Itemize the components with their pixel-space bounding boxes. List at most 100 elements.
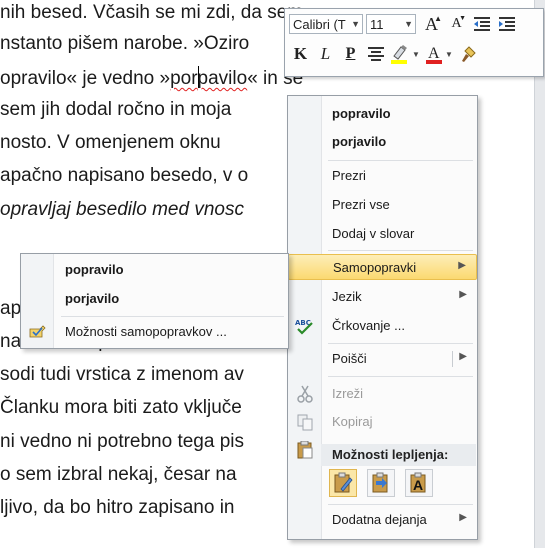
line-text: apačno napisano besedo, v o <box>0 165 249 186</box>
font-color-button[interactable]: A ▼ <box>423 43 455 65</box>
document-line: nih besed. Včasih se mi zdi, da sem <box>0 2 303 24</box>
menu-item-label: Prezri vse <box>332 197 390 212</box>
paste-options-label: Možnosti lepljenja: <box>332 447 449 462</box>
font-size-combo[interactable]: 11 ▼ <box>366 14 416 34</box>
menu-separator <box>328 250 473 251</box>
menu-item-label: Dodaj v slovar <box>332 226 415 241</box>
align-center-icon <box>367 47 384 61</box>
menu-item-label: Kopiraj <box>332 414 373 429</box>
menu-item-label: Možnosti samopopravkov ... <box>65 324 227 339</box>
italic-icon: L <box>320 44 331 63</box>
chevron-down-icon: ▼ <box>404 19 413 29</box>
mini-toolbar: Calibri (T ▼ 11 ▼ A ▲ A ▼ K L P ▼ A ▼ <box>284 8 544 77</box>
menu-separator <box>328 376 473 377</box>
underline-icon: P <box>345 45 356 62</box>
copy-menu-item[interactable]: Kopiraj <box>288 409 477 435</box>
more-actions-menu-item[interactable]: Dodatna dejanja ▶ <box>288 507 477 533</box>
line-text: sodi tudi vrstica z imenom av <box>0 364 244 385</box>
scissors-icon <box>297 385 313 403</box>
autocorrect-menu-item[interactable]: Samopopravki ▶ <box>288 254 477 280</box>
line-text: nstanto pišem narobe. »Oziro <box>0 33 250 54</box>
menu-item-label: Jezik <box>332 289 362 304</box>
spelling-menu-item[interactable]: ABC Črkovanje ... <box>288 313 477 339</box>
autocorrect-submenu: popravilo porjavilo Možnosti samopopravk… <box>20 253 289 349</box>
lookup-menu-item[interactable]: Poišči ▶ <box>288 346 477 372</box>
submenu-arrow-icon: ▶ <box>459 512 467 523</box>
misspelled-word-text: porpavilo <box>170 66 248 89</box>
menu-separator <box>328 504 473 505</box>
underline-button[interactable]: P <box>339 43 362 65</box>
increase-indent-button[interactable] <box>495 13 518 35</box>
menu-item-label: Samopopravki <box>333 260 417 275</box>
line-text: ap <box>0 298 22 319</box>
add-to-dictionary-menu-item[interactable]: Dodaj v slovar <box>288 221 477 247</box>
chevron-down-icon: ▼ <box>445 49 453 59</box>
paste-options-header: Možnosti lepljenja: <box>321 444 476 466</box>
ignore-all-menu-item[interactable]: Prezri vse <box>288 192 477 218</box>
document-line: sem jih dodal ročno in moja <box>0 99 231 121</box>
line-text: nih besed. Včasih se mi zdi, da sem <box>0 2 304 23</box>
spelling-suggestion-popravilo[interactable]: popravilo <box>288 101 477 127</box>
paste-keep-formatting-button[interactable] <box>329 469 357 497</box>
submenu-arrow-icon: ▶ <box>459 289 467 300</box>
font-size-value: 11 <box>370 16 384 32</box>
italic-button[interactable]: L <box>314 43 337 65</box>
shrink-font-button[interactable]: A ▼ <box>445 13 468 35</box>
menu-item-label: Dodatna dejanja <box>332 512 427 527</box>
autocorrect-suggestion-popravilo[interactable]: popravilo <box>21 257 288 283</box>
document-line: nstanto pišem narobe. »Oziro <box>0 33 249 55</box>
paste-merge-formatting-button[interactable] <box>367 469 395 497</box>
highlighter-icon <box>391 45 408 64</box>
document-line: opravljaj besedilo med vnosc <box>0 199 244 221</box>
cut-menu-item[interactable]: Izreži <box>288 381 477 407</box>
menu-separator <box>328 343 473 344</box>
ignore-menu-item[interactable]: Prezri <box>288 163 477 189</box>
document-line: opravilo« je vedno »porpavilo« in se <box>0 66 303 90</box>
document-line: o sem izbral nekaj, česar na <box>0 464 237 486</box>
menu-item-label: porjavilo <box>332 134 387 149</box>
bold-icon: K <box>293 44 308 63</box>
line-text: opravilo« je vedno » <box>0 68 171 89</box>
autocorrect-suggestion-porjavilo[interactable]: porjavilo <box>21 286 288 312</box>
bold-button[interactable]: K <box>289 43 312 65</box>
format-painter-button[interactable] <box>457 43 480 65</box>
chevron-down-icon: ▼ <box>412 49 420 59</box>
line-text: sem jih dodal ročno in moja <box>0 99 232 120</box>
center-align-button[interactable] <box>364 43 387 65</box>
chevron-down-icon: ▼ <box>351 19 360 29</box>
menu-item-label: Izreži <box>332 386 364 401</box>
copy-icon <box>297 414 313 431</box>
grow-font-button[interactable]: A ▲ <box>420 13 443 35</box>
menu-item-label: Črkovanje ... <box>332 318 405 333</box>
document-line: ap <box>0 298 21 320</box>
document-line: apačno napisano besedo, v o <box>0 165 248 187</box>
decrease-indent-icon <box>473 17 490 31</box>
increase-indent-icon <box>498 17 515 31</box>
highlight-button[interactable]: ▼ <box>389 43 421 65</box>
menu-separator <box>61 316 284 317</box>
line-text: ljivo, da bo hitro zapisano in <box>0 497 235 518</box>
triangle-down-icon: ▼ <box>459 15 466 22</box>
submenu-arrow-icon: ▶ <box>458 260 466 271</box>
spelling-suggestion-porjavilo[interactable]: porjavilo <box>288 129 477 155</box>
line-text: nosto. V omenjenem oknu <box>0 132 221 153</box>
paste-text-only-button[interactable]: A <box>405 469 433 497</box>
decrease-indent-button[interactable] <box>470 13 493 35</box>
font-name-combo[interactable]: Calibri (T ▼ <box>289 14 363 34</box>
autocorrect-options-menu-item[interactable]: Možnosti samopopravkov ... <box>21 319 288 345</box>
menu-item-label: Poišči <box>332 351 367 366</box>
submenu-arrow-icon: ▶ <box>459 351 467 362</box>
paste-keep-formatting-icon <box>334 472 353 493</box>
language-menu-item[interactable]: Jezik ▶ <box>288 284 477 310</box>
document-line: Članku mora biti zato vključe <box>0 397 242 419</box>
font-color-icon: A <box>426 45 443 64</box>
misspelled-word[interactable]: porpavilo <box>170 66 248 89</box>
line-text: opravljaj besedilo med vnosc <box>0 199 244 220</box>
autocorrect-options-icon <box>29 325 46 338</box>
svg-text:A: A <box>428 45 440 62</box>
context-menu: popravilo porjavilo Prezri Prezri vse Do… <box>287 95 478 540</box>
format-painter-icon <box>461 46 476 62</box>
paste-merge-formatting-icon <box>372 472 388 493</box>
svg-text:A: A <box>413 477 423 493</box>
document-line: ni vedno ni potrebno tega pis <box>0 431 244 453</box>
